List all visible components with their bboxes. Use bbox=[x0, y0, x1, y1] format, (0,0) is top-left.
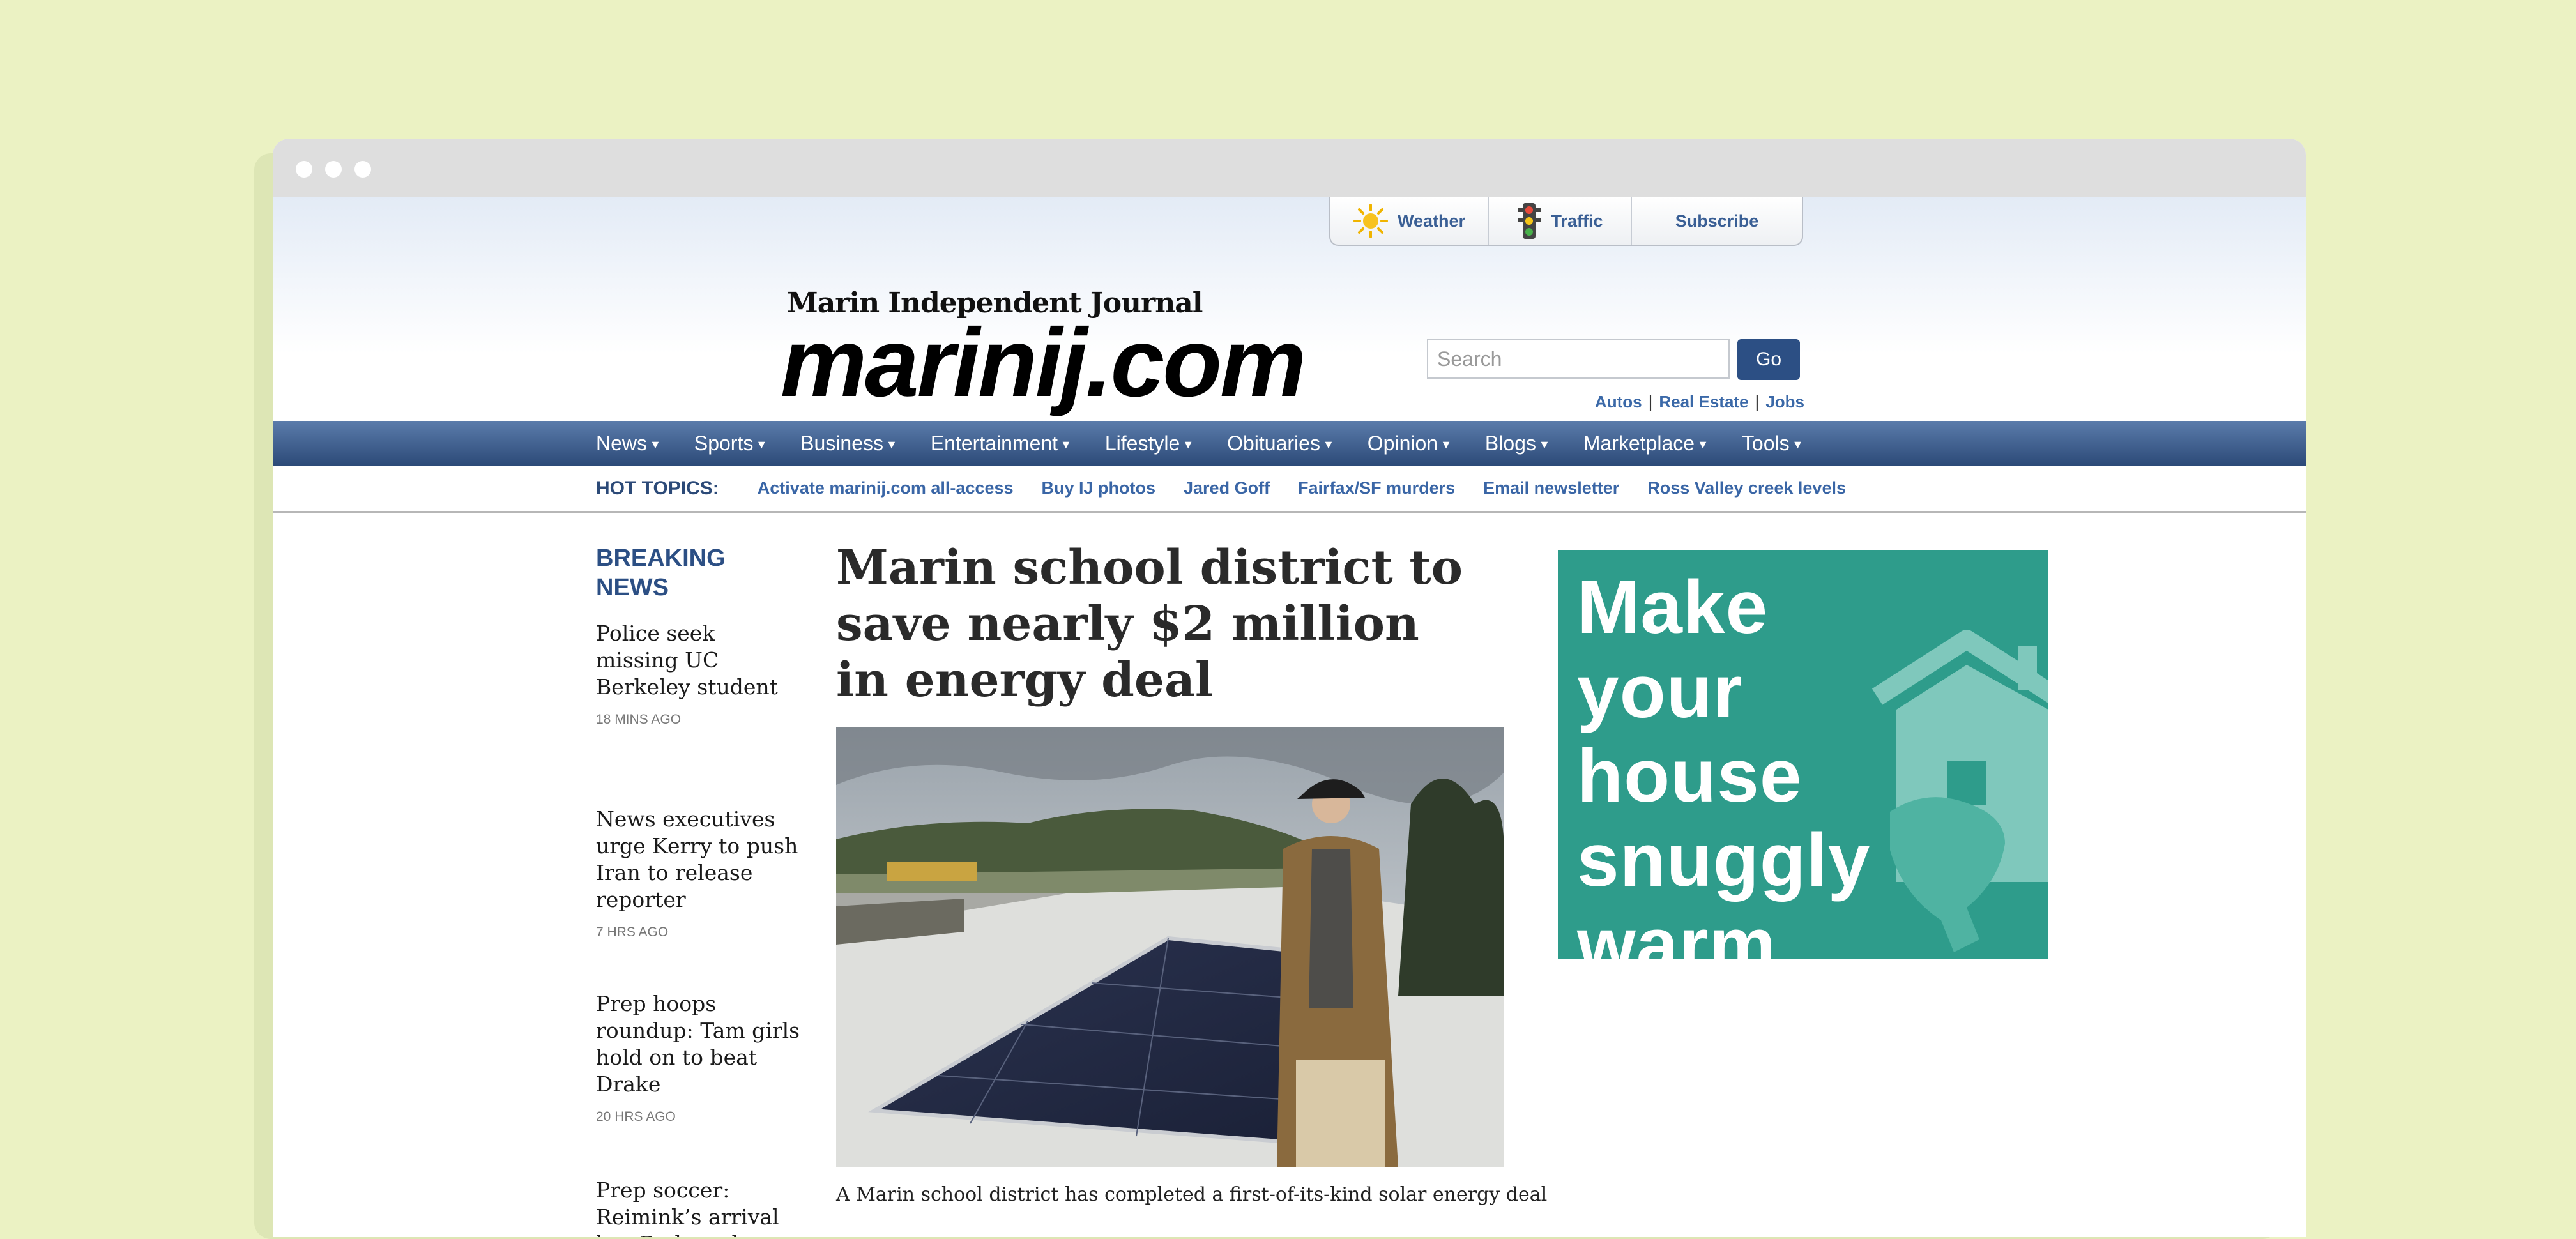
breaking-news-item[interactable]: Prep soccer: Reimink’s arrival has Redwo… bbox=[596, 1177, 800, 1237]
breaking-news-item[interactable]: Police seek missing UC Berkeley student … bbox=[596, 620, 800, 727]
hot-topic-link[interactable]: Ross Valley creek levels bbox=[1647, 478, 1846, 498]
nav-marketplace[interactable]: Marketplace ▼ bbox=[1583, 432, 1709, 455]
weather-label: Weather bbox=[1397, 211, 1466, 231]
browser-titlebar bbox=[273, 139, 2306, 197]
breaking-news-time: 7 HRS AGO bbox=[596, 925, 669, 939]
nav-news[interactable]: News ▼ bbox=[596, 432, 661, 455]
ad-headline: Make your house snuggly warm. bbox=[1577, 565, 1871, 959]
nav-opinion[interactable]: Opinion ▼ bbox=[1368, 432, 1452, 455]
window-close-dot[interactable] bbox=[296, 161, 312, 178]
nav-lifestyle[interactable]: Lifestyle ▼ bbox=[1105, 432, 1194, 455]
story-photo-image bbox=[836, 727, 1504, 1167]
browser-window: Weather Traffic Subscribe Marin Independ… bbox=[273, 139, 2306, 1237]
nav-label: Obituaries bbox=[1227, 431, 1320, 455]
nav-label: Marketplace bbox=[1583, 431, 1695, 455]
breaking-news-item[interactable]: Prep hoops roundup: Tam girls hold on to… bbox=[596, 991, 800, 1125]
story-summary: A Marin school district has completed a … bbox=[836, 1183, 1548, 1206]
nav-sports[interactable]: Sports ▼ bbox=[694, 432, 767, 455]
utility-bar: Weather Traffic Subscribe bbox=[1329, 197, 1803, 246]
search-input[interactable] bbox=[1427, 339, 1730, 379]
nav-label: Business bbox=[800, 431, 883, 455]
hot-topics-label: HOT TOPICS: bbox=[596, 477, 719, 499]
weather-link[interactable]: Weather bbox=[1330, 197, 1489, 245]
main-headline[interactable]: Marin school district to save nearly $2 … bbox=[836, 540, 1481, 708]
jobs-link[interactable]: Jobs bbox=[1765, 392, 1804, 411]
breaking-news-title[interactable]: Police seek missing UC Berkeley student bbox=[596, 620, 800, 701]
nav-label: Tools bbox=[1741, 431, 1790, 455]
classifieds-links: Autos | Real Estate | Jobs bbox=[1574, 392, 1804, 412]
nav-label: Sports bbox=[694, 431, 754, 455]
main-story-photo[interactable] bbox=[836, 727, 1504, 1167]
nav-blogs[interactable]: Blogs ▼ bbox=[1485, 432, 1550, 455]
site-header: Weather Traffic Subscribe Marin Independ… bbox=[273, 197, 2306, 421]
caret-down-icon: ▼ bbox=[886, 437, 897, 451]
caret-down-icon: ▼ bbox=[1060, 437, 1072, 451]
breaking-news-title[interactable]: Prep soccer: Reimink’s arrival has Redwo… bbox=[596, 1177, 800, 1237]
subscribe-link[interactable]: Subscribe bbox=[1632, 197, 1802, 245]
breaking-news-title[interactable]: Prep hoops roundup: Tam girls hold on to… bbox=[596, 991, 800, 1098]
breaking-news-title[interactable]: News executives urge Kerry to push Iran … bbox=[596, 806, 800, 913]
nav-business[interactable]: Business ▼ bbox=[800, 432, 897, 455]
main-nav: News ▼ Sports ▼ Business ▼ Entertainment ▼ L… bbox=[273, 421, 2306, 466]
traffic-label: Traffic bbox=[1551, 211, 1603, 231]
sun-icon bbox=[1353, 204, 1388, 238]
nav-label: Entertainment bbox=[930, 431, 1058, 455]
nav-label: Lifestyle bbox=[1104, 431, 1180, 455]
nav-entertainment[interactable]: Entertainment ▼ bbox=[931, 432, 1072, 455]
breaking-news-item[interactable]: News executives urge Kerry to push Iran … bbox=[596, 806, 800, 940]
hot-topic-link[interactable]: Fairfax/SF murders bbox=[1298, 478, 1455, 498]
traffic-light-icon bbox=[1518, 203, 1541, 239]
caret-down-icon: ▼ bbox=[1440, 437, 1452, 451]
caret-down-icon: ▼ bbox=[1322, 437, 1334, 451]
hot-topic-link[interactable]: Jared Goff bbox=[1184, 478, 1270, 498]
caret-down-icon: ▼ bbox=[756, 437, 768, 451]
caret-down-icon: ▼ bbox=[1792, 437, 1804, 451]
breaking-news-heading: BREAKING NEWS bbox=[596, 545, 726, 601]
caret-down-icon: ▼ bbox=[1697, 437, 1709, 451]
traffic-link[interactable]: Traffic bbox=[1489, 197, 1632, 245]
caret-down-icon: ▼ bbox=[1182, 437, 1194, 451]
hot-topics-bar: HOT TOPICS: Activate marinij.com all-acc… bbox=[273, 466, 2306, 513]
hot-topic-link[interactable]: Email newsletter bbox=[1483, 478, 1619, 498]
divider: | bbox=[1648, 392, 1653, 411]
nav-label: News bbox=[596, 431, 648, 455]
site-logo[interactable]: marinij.com bbox=[781, 307, 1306, 419]
nav-label: Opinion bbox=[1367, 431, 1438, 455]
window-zoom-dot[interactable] bbox=[354, 161, 371, 178]
window-minimize-dot[interactable] bbox=[325, 161, 342, 178]
nav-obituaries[interactable]: Obituaries ▼ bbox=[1227, 432, 1334, 455]
real-estate-link[interactable]: Real Estate bbox=[1659, 392, 1748, 411]
nav-label: Blogs bbox=[1484, 431, 1536, 455]
hot-topic-link[interactable]: Buy IJ photos bbox=[1042, 478, 1156, 498]
breaking-news-time: 20 HRS AGO bbox=[596, 1109, 676, 1124]
divider: | bbox=[1755, 392, 1760, 411]
advertisement[interactable]: Make your house snuggly warm. bbox=[1558, 550, 2048, 959]
search-go-button[interactable]: Go bbox=[1737, 339, 1800, 380]
breaking-news-time: 18 MINS AGO bbox=[596, 712, 682, 727]
nav-tools[interactable]: Tools ▼ bbox=[1742, 432, 1804, 455]
caret-down-icon: ▼ bbox=[1538, 437, 1550, 451]
hot-topic-link[interactable]: Activate marinij.com all-access bbox=[758, 478, 1014, 498]
autos-link[interactable]: Autos bbox=[1595, 392, 1642, 411]
caret-down-icon: ▼ bbox=[650, 437, 661, 451]
